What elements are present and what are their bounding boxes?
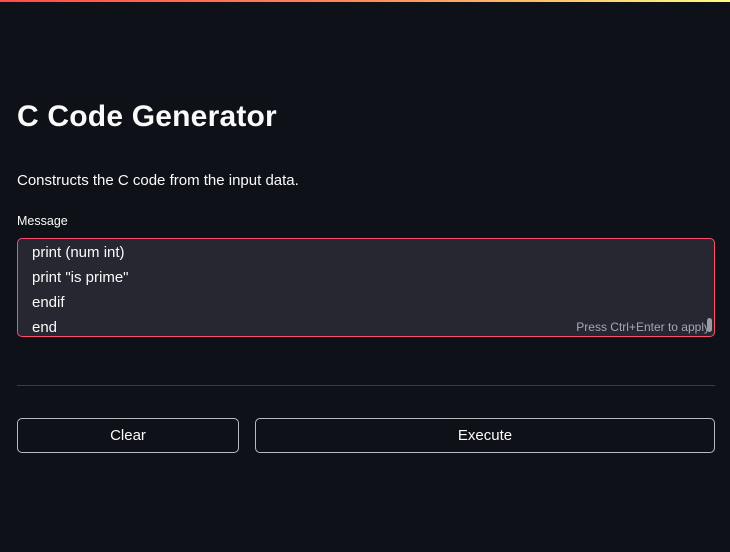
page-description: Constructs the C code from the input dat… (17, 172, 299, 189)
message-line: print "is prime" (32, 269, 129, 286)
clear-button[interactable]: Clear (17, 418, 239, 453)
page-title: C Code Generator (17, 100, 277, 133)
message-label: Message (17, 214, 68, 228)
top-decoration-bar (0, 0, 730, 2)
message-line: print (num int) (32, 244, 125, 261)
execute-button[interactable]: Execute (255, 418, 715, 453)
divider (17, 385, 715, 386)
message-line: endif (32, 294, 65, 311)
textarea-scrollbar[interactable] (707, 318, 712, 332)
submit-hint: Press Ctrl+Enter to apply (576, 320, 710, 334)
message-textarea[interactable]: print (num int) print "is prime" endif e… (17, 238, 715, 337)
message-text: print (num int) print "is prime" endif e… (32, 240, 129, 336)
message-line: end (32, 319, 58, 336)
